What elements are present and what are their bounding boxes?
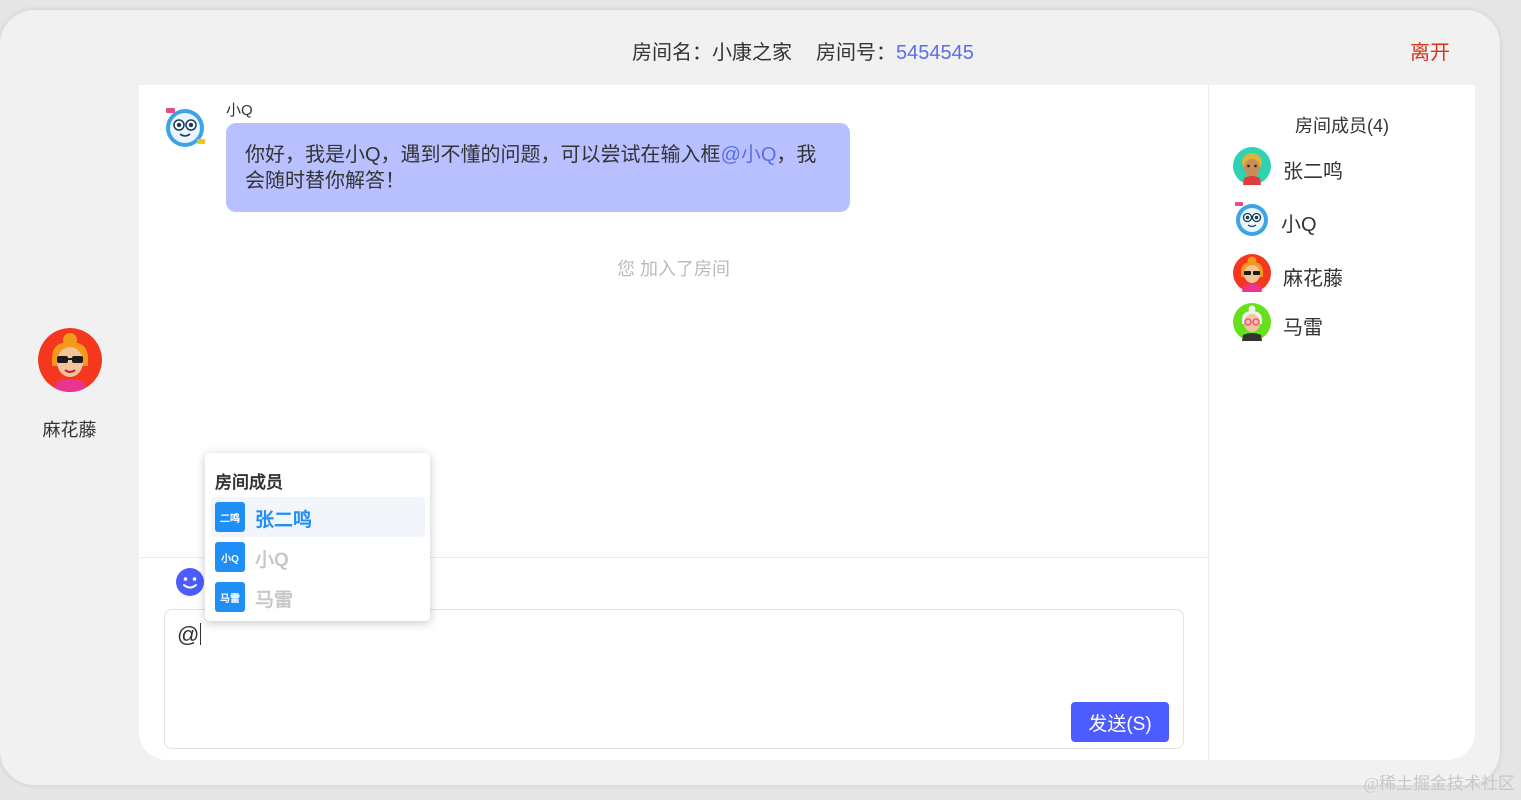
divider [1208, 85, 1209, 760]
mention-option[interactable]: 马雷 马雷 [211, 577, 425, 617]
mention-option-label: 小Q [255, 550, 289, 571]
profile-name: 麻花藤 [42, 420, 97, 440]
message-input[interactable]: @ [164, 609, 1184, 749]
message-input-value: @ [177, 622, 200, 647]
message-mention[interactable]: @小Q [721, 144, 777, 166]
header: 房间名：小康之家 房间号：5454545 离开 [0, 10, 1500, 85]
member-avatar-icon [1233, 254, 1271, 292]
message-sender: 小Q [226, 102, 253, 119]
my-profile: 麻花藤 [0, 320, 139, 442]
main-panel: 小Q 你好，我是小Q，遇到不懂的问题，可以尝试在输入框@小Q，我会随时替你解答！… [139, 85, 1475, 760]
send-button[interactable]: 发送(S) [1071, 702, 1169, 742]
member-item[interactable]: 张二鸣 [1233, 147, 1453, 187]
members-title: 房间成员(4) [1295, 116, 1389, 136]
member-avatar-icon [1235, 202, 1268, 236]
member-tag-icon: 二鸣 [215, 502, 245, 532]
member-tag-icon: 小Q [215, 542, 245, 572]
system-notice: 您 加入了房间 [616, 259, 730, 279]
message-bubble: 你好，我是小Q，遇到不懂的问题，可以尝试在输入框@小Q，我会随时替你解答！ [226, 123, 850, 212]
room-info: 房间名：小康之家 房间号：5454545 [632, 36, 974, 65]
member-item[interactable]: 麻花藤 [1233, 254, 1453, 294]
room-id-label: 房间号： [816, 42, 896, 64]
mention-option[interactable]: 二鸣 张二鸣 [211, 497, 425, 537]
mention-option-label: 张二鸣 [255, 510, 313, 531]
member-name: 麻花藤 [1283, 268, 1343, 290]
user-avatar-icon[interactable] [37, 328, 102, 392]
room-name: 小康之家 [712, 42, 792, 64]
mention-popup: 房间成员 二鸣 张二鸣 小Q 小Q 马雷 马雷 [205, 453, 430, 621]
member-item[interactable]: 小Q [1233, 200, 1453, 240]
member-item[interactable]: 马雷 [1233, 303, 1453, 343]
room-id: 5454545 [896, 42, 974, 64]
mention-option-label: 马雷 [255, 590, 294, 611]
room-name-label: 房间名： [632, 42, 712, 64]
leave-button[interactable]: 离开 [1410, 36, 1450, 65]
mention-option[interactable]: 小Q 小Q [211, 537, 425, 577]
member-name: 小Q [1281, 214, 1317, 236]
mention-popup-title: 房间成员 [215, 473, 283, 492]
member-avatar-icon [1233, 147, 1271, 185]
robot-avatar-icon [166, 108, 205, 147]
member-name: 张二鸣 [1283, 161, 1343, 183]
text-caret [200, 623, 202, 645]
emoji-icon[interactable] [175, 567, 205, 597]
member-tag-icon: 马雷 [215, 582, 245, 612]
watermark: @稀土掘金技术社区 [1363, 774, 1515, 793]
member-name: 马雷 [1283, 317, 1323, 339]
message-text: 你好，我是小Q，遇到不懂的问题，可以尝试在输入框 [245, 144, 721, 166]
member-avatar-icon [1233, 303, 1271, 341]
